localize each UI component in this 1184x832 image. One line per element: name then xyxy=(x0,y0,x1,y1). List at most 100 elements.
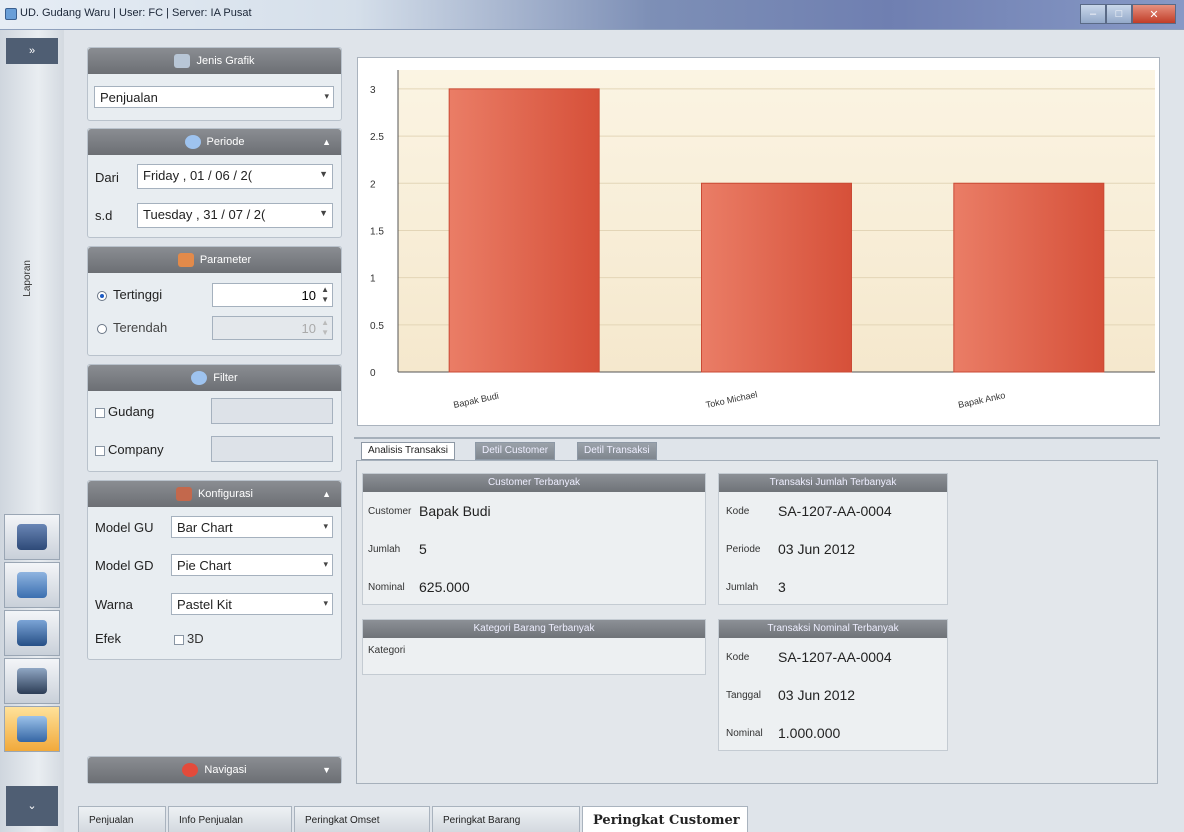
nav-button-laporan[interactable] xyxy=(4,706,60,752)
terendah-label: Terendah xyxy=(113,320,168,335)
chart-icon xyxy=(174,54,191,68)
model-gd-combo[interactable]: Pie Chart ▾ xyxy=(171,554,333,576)
kode-nominal-key: Kode xyxy=(726,652,750,663)
gudang-checkbox[interactable]: Gudang xyxy=(95,404,154,419)
efek-3d-label: 3D xyxy=(187,631,204,646)
terendah-radio[interactable]: Terendah xyxy=(97,320,167,335)
collapse-up-icon: ▲ xyxy=(322,489,331,499)
chevron-down-icon: ▼ xyxy=(319,169,328,179)
tab-penjualan[interactable]: Penjualan xyxy=(78,806,166,832)
periode-value: 03 Jun 2012 xyxy=(778,541,856,557)
maximize-button[interactable]: □ xyxy=(1106,4,1132,24)
spinner-arrows-icon[interactable]: ▲ ▼ xyxy=(321,285,329,305)
nav-button-data[interactable] xyxy=(4,562,60,608)
nav-button-folder[interactable] xyxy=(4,658,60,704)
transaksi-nominal-header: Transaksi Nominal Terbanyak xyxy=(719,620,947,638)
laporan-label[interactable]: Laporan xyxy=(22,260,33,297)
register-icon xyxy=(17,524,47,550)
tertinggi-value: 10 xyxy=(301,288,316,303)
jenis-grafik-value: Penjualan xyxy=(100,90,158,105)
terendah-value: 10 xyxy=(301,321,316,336)
nav-button-kasir[interactable] xyxy=(4,514,60,560)
search-icon xyxy=(184,135,201,149)
model-gd-value: Pie Chart xyxy=(177,558,232,573)
collapse-button[interactable]: ⌄ xyxy=(6,786,58,826)
efek-3d-checkbox[interactable]: 3D xyxy=(174,631,204,646)
collapse-up-icon: ▲ xyxy=(322,137,331,147)
konfigurasi-header[interactable]: Konfigurasi ▲ xyxy=(88,481,341,507)
tertinggi-radio[interactable]: Tertinggi xyxy=(97,287,162,302)
tertinggi-spinner[interactable]: 10 ▲ ▼ xyxy=(212,283,333,307)
chevron-down-icon: ▾ xyxy=(323,598,328,608)
tab-peringkat-barang[interactable]: Peringkat Barang xyxy=(432,806,580,832)
filter-header: Filter xyxy=(88,365,341,391)
spinner-arrows-icon: ▲ ▼ xyxy=(321,318,329,337)
warna-value: Pastel Kit xyxy=(177,597,232,612)
model-gu-combo[interactable]: Bar Chart ▾ xyxy=(171,516,333,538)
bar xyxy=(953,182,1105,373)
sd-date-value: Tuesday , 31 / 07 / 2( xyxy=(143,207,266,222)
nominal-transaksi-value: 1.000.000 xyxy=(778,725,841,741)
periode-key: Periode xyxy=(726,544,761,555)
tab-peringkat-customer[interactable]: Peringkat Customer xyxy=(582,806,748,832)
jumlah-transaksi-key: Jumlah xyxy=(726,582,759,593)
jumlah-value: 5 xyxy=(419,541,427,557)
nominal-value: 625.000 xyxy=(419,579,470,595)
folder-icon xyxy=(17,668,47,694)
transaksi-jumlah-header: Transaksi Jumlah Terbanyak xyxy=(719,474,947,492)
x-tick-label: Toko Michael xyxy=(705,389,758,410)
warna-label: Warna xyxy=(95,597,133,612)
konfigurasi-title: Konfigurasi xyxy=(197,488,254,500)
lifebuoy-icon xyxy=(182,763,199,777)
expand-button[interactable]: » xyxy=(6,38,58,64)
minimize-button[interactable]: – xyxy=(1080,4,1106,24)
company-label: Company xyxy=(108,442,164,457)
parameter-icon xyxy=(177,253,194,267)
tab-info-penjualan[interactable]: Info Penjualan xyxy=(168,806,292,832)
navigasi-header[interactable]: Navigasi ▼ xyxy=(88,757,341,783)
gudang-label: Gudang xyxy=(108,404,155,419)
model-gu-value: Bar Chart xyxy=(177,520,233,535)
filter-title: Filter xyxy=(213,372,238,384)
y-tick-label: 3 xyxy=(370,85,376,96)
bar xyxy=(448,88,600,373)
periode-header[interactable]: Periode ▲ xyxy=(88,129,341,155)
jumlah-key: Jumlah xyxy=(368,544,401,555)
close-button[interactable]: ✕ xyxy=(1132,4,1176,24)
warna-combo[interactable]: Pastel Kit ▾ xyxy=(171,593,333,615)
kategori-key: Kategori xyxy=(368,645,406,656)
y-tick-label: 2 xyxy=(370,179,376,190)
wrench-icon xyxy=(175,487,192,501)
tab-detil-transaksi[interactable]: Detil Transaksi xyxy=(577,442,657,460)
expand-down-icon: ▼ xyxy=(322,765,331,775)
toolbox-icon xyxy=(17,620,47,646)
app-icon xyxy=(5,8,17,20)
left-navbar: » Laporan ⌄ xyxy=(0,30,64,832)
kategori-barang-card: Kategori Barang Terbanyak xyxy=(362,619,706,675)
tab-peringkat-omset[interactable]: Peringkat Omset xyxy=(294,806,430,832)
nav-button-tool[interactable] xyxy=(4,610,60,656)
sd-date-picker[interactable]: Tuesday , 31 / 07 / 2(▼ xyxy=(137,203,333,228)
periode-title: Periode xyxy=(206,136,245,148)
x-tick-label: Bapak Budi xyxy=(453,391,500,410)
customer-key: Customer xyxy=(368,506,412,517)
window-titlebar: UD. Gudang Waru | User: FC | Server: IA … xyxy=(0,0,1184,30)
chart-panel: 0 0.5 1 1.5 2 2.5 3 Bapak Budi Toko Michael Bapak… xyxy=(357,57,1160,426)
model-gd-label: Model GD xyxy=(95,558,154,573)
kode-key: Kode xyxy=(726,506,750,517)
company-input xyxy=(211,436,333,462)
customer-terbanyak-header: Customer Terbanyak xyxy=(363,474,705,492)
y-tick-label: 0 xyxy=(370,368,376,379)
company-checkbox[interactable]: Company xyxy=(95,442,164,457)
jenis-grafik-combo[interactable]: Penjualan ▾ xyxy=(94,86,334,108)
kode-nominal-value: SA-1207-AA-0004 xyxy=(778,649,892,665)
dari-date-picker[interactable]: Friday , 01 / 06 / 2(▼ xyxy=(137,164,333,189)
terendah-spinner: 10 ▲ ▼ xyxy=(212,316,333,340)
customer-value: Bapak Budi xyxy=(419,503,491,519)
database-icon xyxy=(17,572,47,598)
tab-detil-customer[interactable]: Detil Customer xyxy=(475,442,556,460)
model-gu-label: Model GU xyxy=(95,520,154,535)
tab-analisis-transaksi[interactable]: Analisis Transaksi xyxy=(361,442,456,460)
chevron-down-icon: ▾ xyxy=(324,91,329,101)
chevron-down-icon: ▾ xyxy=(323,559,328,569)
